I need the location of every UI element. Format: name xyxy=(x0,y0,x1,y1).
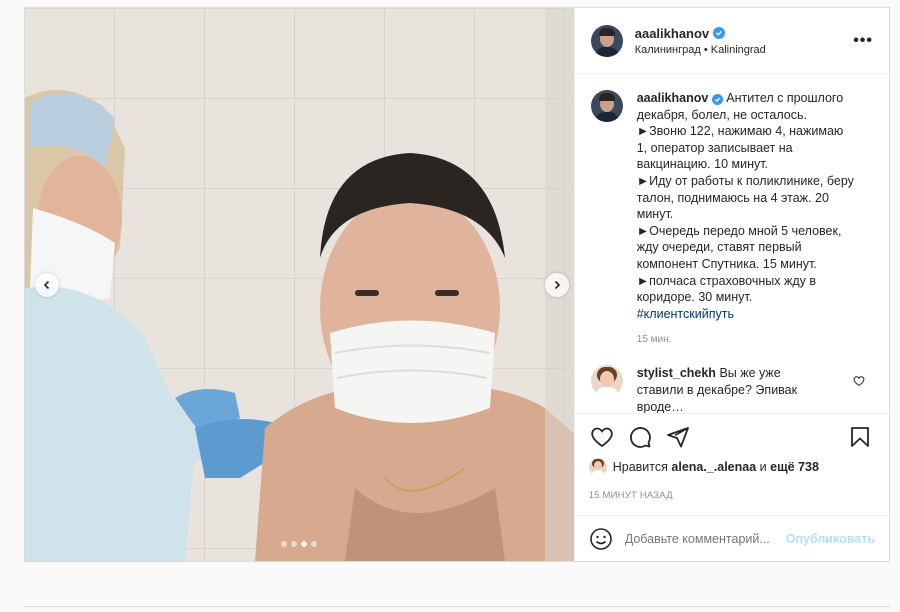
chevron-right-icon xyxy=(554,280,561,290)
photo-image xyxy=(25,8,574,561)
likes-count-link[interactable]: ещё 738 xyxy=(770,460,819,474)
save-button[interactable] xyxy=(847,424,873,450)
comment-text: stylist_chekh Вы же уже ставили в декабр… xyxy=(637,365,827,413)
caption-line: ►Звоню 122, нажимаю 4, нажимаю 1, операт… xyxy=(636,124,844,172)
action-bar xyxy=(589,424,873,450)
previous-slide-button[interactable] xyxy=(35,273,59,297)
caption-avatar[interactable] xyxy=(590,90,623,122)
likes-and: и xyxy=(759,460,767,474)
chevron-left-icon xyxy=(43,280,50,290)
caption-time: 15 мин. xyxy=(636,334,672,346)
actions-section: Нравится alena._.alenaa и ещё 738 15 МИН… xyxy=(574,413,889,501)
post-header: aaalikhanov Калининград • Kaliningrad ••… xyxy=(574,8,889,74)
caption: aaalikhanov Антител с прошлого декабря, … xyxy=(590,90,873,322)
carousel-dot xyxy=(291,541,298,547)
carousel-dot-active xyxy=(301,541,308,547)
next-slide-button[interactable] xyxy=(545,273,569,297)
comment-icon xyxy=(629,427,651,448)
author-avatar[interactable] xyxy=(590,24,623,57)
share-icon xyxy=(666,427,689,448)
share-button[interactable] xyxy=(665,424,691,450)
commenter-avatar[interactable] xyxy=(590,365,623,398)
like-button[interactable] xyxy=(589,424,615,450)
add-comment-bar: Опубликовать xyxy=(574,515,889,561)
post-photo[interactable] xyxy=(25,8,574,561)
likes-row: Нравится alena._.alenaa и ещё 738 xyxy=(588,458,873,476)
author-username[interactable]: aaalikhanov xyxy=(635,26,709,41)
verified-icon xyxy=(711,94,723,105)
post-location[interactable]: Калининград • Kaliningrad xyxy=(635,44,853,56)
comments-section: aaalikhanov Антител с прошлого декабря, … xyxy=(575,74,889,413)
comment-input[interactable] xyxy=(624,531,786,546)
verified-icon xyxy=(713,27,726,39)
carousel-dot xyxy=(311,541,318,547)
commenter-username[interactable]: stylist_chekh xyxy=(637,366,716,380)
emoji-icon[interactable] xyxy=(589,527,613,551)
carousel-dot xyxy=(281,541,288,547)
publish-button[interactable]: Опубликовать xyxy=(786,532,875,546)
caption-line: ►полчаса страховочных жду в коридоре. 30… xyxy=(636,273,816,305)
hashtag-link[interactable]: #клиентскийпуть xyxy=(637,307,734,321)
post-sidebar: aaalikhanov Калининград • Kaliningrad ••… xyxy=(573,8,889,561)
caption-username[interactable]: aaalikhanov xyxy=(637,91,709,105)
liker-avatar[interactable] xyxy=(588,458,607,476)
caption-text: aaalikhanov Антител с прошлого декабря, … xyxy=(637,90,855,322)
bookmark-icon xyxy=(851,427,869,447)
heart-icon[interactable] xyxy=(853,375,865,387)
comment-item: stylist_chekh Вы же уже ставили в декабр… xyxy=(590,365,873,413)
comment-button[interactable] xyxy=(627,424,653,450)
post-timestamp[interactable]: 15 МИНУТ НАЗАД xyxy=(589,490,873,501)
liker-username[interactable]: alena._.alenaa xyxy=(671,460,756,474)
page-divider xyxy=(24,606,890,607)
more-icon[interactable]: ••• xyxy=(853,32,873,50)
instagram-post: aaalikhanov Калининград • Kaliningrad ••… xyxy=(24,7,890,562)
heart-icon xyxy=(591,427,613,448)
caption-line: ►Очередь передо мной 5 человек, жду очер… xyxy=(636,223,842,271)
carousel-indicator xyxy=(25,541,574,547)
caption-line: ►Иду от работы к поликлинике, беру талон… xyxy=(636,173,854,222)
likes-prefix: Нравится xyxy=(612,460,668,474)
